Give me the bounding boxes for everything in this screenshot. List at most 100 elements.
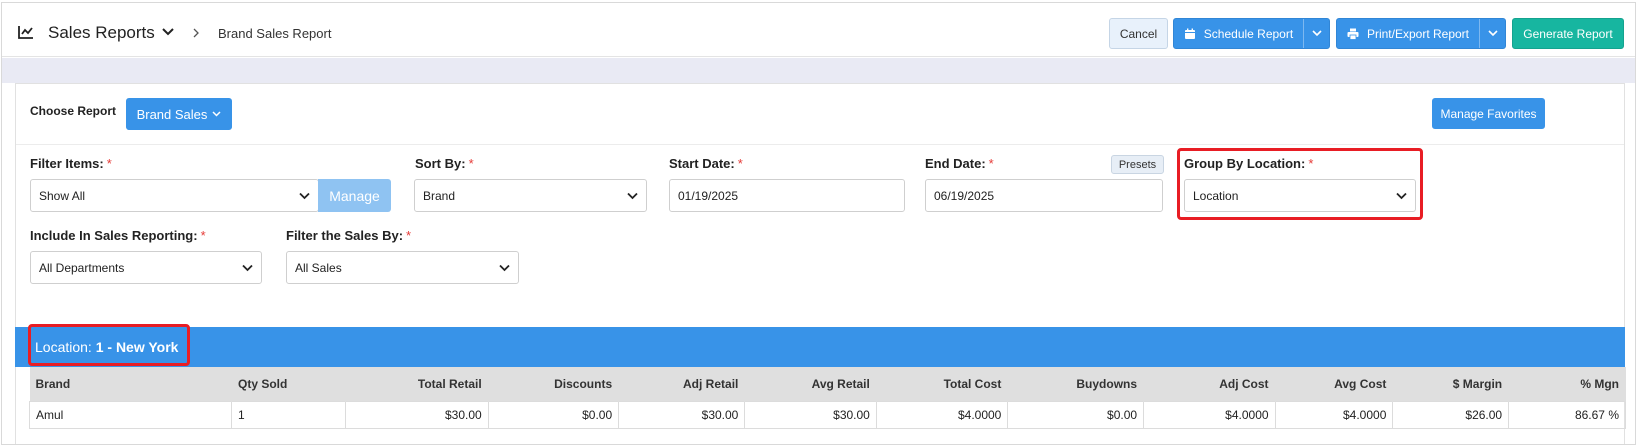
manage-button[interactable]: Manage bbox=[318, 179, 391, 212]
required-mark: * bbox=[1308, 156, 1314, 171]
brand-sales-label: Brand Sales bbox=[136, 106, 208, 122]
divider bbox=[16, 144, 1624, 145]
table-cell: Amul bbox=[29, 400, 232, 429]
chevron-down-icon[interactable] bbox=[162, 27, 174, 37]
filter-items-label: Filter Items: * bbox=[30, 156, 112, 171]
filter-sales-label: Filter the Sales By: * bbox=[286, 228, 411, 243]
filter-items-select[interactable]: Show All bbox=[30, 179, 319, 212]
column-header[interactable]: % Mgn bbox=[1508, 367, 1626, 401]
column-header[interactable]: Total Cost bbox=[876, 367, 1009, 401]
include-sales-select[interactable]: All Departments bbox=[30, 251, 262, 284]
chevron-down-icon bbox=[499, 264, 510, 272]
chevron-down-icon bbox=[1311, 30, 1322, 37]
schedule-report-button[interactable]: Schedule Report bbox=[1173, 18, 1330, 49]
chart-line-icon bbox=[18, 26, 33, 39]
column-header[interactable]: Avg Cost bbox=[1275, 367, 1394, 401]
breadcrumb: Brand Sales Report bbox=[218, 26, 332, 41]
print-label: Print/Export Report bbox=[1366, 26, 1470, 41]
sales-table: Brand Qty Sold Total Retail Discounts Ad… bbox=[29, 367, 1626, 429]
column-header[interactable]: $ Margin bbox=[1392, 367, 1510, 401]
choose-report-label: Choose Report bbox=[30, 104, 117, 118]
location-header: Location: 1 - New York bbox=[15, 327, 1625, 367]
group-by-location-select[interactable]: Location bbox=[1184, 179, 1416, 212]
manage-label: Manage bbox=[329, 187, 380, 204]
table-cell: $30.00 bbox=[618, 400, 746, 429]
start-date-input[interactable]: 01/19/2025 bbox=[669, 179, 905, 212]
end-date-input[interactable]: 06/19/2025 bbox=[925, 179, 1163, 212]
sort-by-label: Sort By: * bbox=[415, 156, 474, 171]
required-mark: * bbox=[406, 228, 412, 243]
top-bar: Sales Reports Brand Sales Report Cancel … bbox=[2, 3, 1635, 57]
column-header[interactable]: Avg Retail bbox=[744, 367, 877, 401]
printer-icon bbox=[1347, 28, 1359, 40]
chevron-down-icon bbox=[242, 264, 253, 272]
column-header[interactable]: Buydowns bbox=[1007, 367, 1145, 401]
table-row: Amul 1 $30.00 $0.00 $30.00 $30.00 $4.000… bbox=[29, 400, 1626, 429]
table-cell: $26.00 bbox=[1392, 400, 1510, 429]
schedule-dropdown-toggle[interactable] bbox=[1303, 19, 1329, 48]
table-header-row: Brand Qty Sold Total Retail Discounts Ad… bbox=[29, 367, 1626, 401]
include-label-text: Include In Sales Reporting: bbox=[30, 228, 198, 243]
group-by-location-label: Group By Location: * bbox=[1184, 156, 1313, 171]
chevron-down-icon bbox=[627, 192, 638, 200]
start-date-label-text: Start Date: bbox=[669, 156, 735, 171]
table-cell: $0.00 bbox=[487, 400, 620, 429]
cancel-label: Cancel bbox=[1119, 26, 1158, 41]
chevron-right-icon bbox=[193, 28, 199, 38]
column-header[interactable]: Adj Retail bbox=[618, 367, 746, 401]
brand-sales-dropdown[interactable]: Brand Sales bbox=[126, 98, 232, 130]
required-mark: * bbox=[200, 228, 206, 243]
location-highlight bbox=[28, 324, 190, 366]
print-export-button[interactable]: Print/Export Report bbox=[1336, 18, 1506, 49]
column-header[interactable]: Adj Cost bbox=[1143, 367, 1276, 401]
end-date-value: 06/19/2025 bbox=[934, 188, 995, 203]
table-cell: $4.0000 bbox=[875, 400, 1009, 429]
schedule-label: Schedule Report bbox=[1203, 26, 1294, 41]
required-mark: * bbox=[468, 156, 474, 171]
filter-sales-label-text: Filter the Sales By: bbox=[286, 228, 404, 243]
presets-button[interactable]: Presets bbox=[1111, 155, 1164, 174]
column-header[interactable]: Qty Sold bbox=[231, 367, 346, 401]
page-title: Sales Reports bbox=[48, 23, 155, 42]
chevron-down-icon bbox=[1487, 30, 1498, 37]
manage-favorites-button[interactable]: Manage Favorites bbox=[1432, 98, 1545, 129]
table-cell: $4.0000 bbox=[1274, 400, 1394, 429]
sort-by-label-text: Sort By: bbox=[415, 156, 466, 171]
include-label: Include In Sales Reporting: * bbox=[30, 228, 206, 243]
chevron-down-icon bbox=[1396, 192, 1407, 200]
manage-favorites-label: Manage Favorites bbox=[1440, 106, 1537, 121]
end-date-label: End Date: * bbox=[925, 156, 994, 171]
sort-by-value: Brand bbox=[423, 188, 456, 203]
required-mark: * bbox=[737, 156, 743, 171]
generate-report-button[interactable]: Generate Report bbox=[1512, 18, 1624, 49]
cancel-button[interactable]: Cancel bbox=[1109, 18, 1168, 49]
group-by-label-text: Group By Location: bbox=[1184, 156, 1306, 171]
filter-items-value: Show All bbox=[39, 188, 86, 203]
table-cell: $0.00 bbox=[1007, 400, 1145, 429]
chevron-down-icon bbox=[212, 111, 221, 117]
table-cell: $30.00 bbox=[744, 400, 877, 429]
filter-items-label-text: Filter Items: bbox=[30, 156, 104, 171]
generate-label: Generate Report bbox=[1523, 26, 1613, 41]
chevron-down-icon bbox=[299, 192, 310, 200]
include-value: All Departments bbox=[39, 260, 125, 275]
column-header[interactable]: Total Retail bbox=[345, 367, 489, 401]
end-date-label-text: End Date: bbox=[925, 156, 986, 171]
required-mark: * bbox=[106, 156, 112, 171]
header-band bbox=[2, 58, 1635, 83]
sort-by-select[interactable]: Brand bbox=[414, 179, 647, 212]
app-window: Sales Reports Brand Sales Report Cancel … bbox=[1, 2, 1636, 445]
start-date-value: 01/19/2025 bbox=[678, 188, 739, 203]
filter-sales-value: All Sales bbox=[295, 260, 342, 275]
table-cell: $30.00 bbox=[344, 400, 489, 429]
group-by-value: Location bbox=[1193, 188, 1239, 203]
presets-label: Presets bbox=[1118, 158, 1157, 171]
column-header[interactable]: Brand bbox=[29, 367, 232, 401]
filter-sales-select[interactable]: All Sales bbox=[286, 251, 519, 284]
required-mark: * bbox=[988, 156, 994, 171]
table-cell: $4.0000 bbox=[1143, 400, 1276, 429]
table-cell: 86.67 % bbox=[1508, 400, 1626, 429]
print-dropdown-toggle[interactable] bbox=[1479, 19, 1505, 48]
table-cell: 1 bbox=[230, 400, 346, 429]
column-header[interactable]: Discounts bbox=[488, 367, 620, 401]
